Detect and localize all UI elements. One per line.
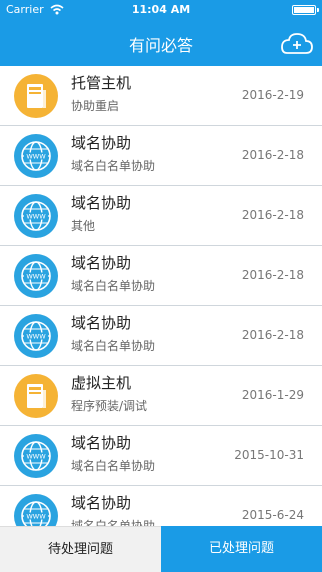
list-item[interactable]: 托管主机协助重启 2016-2-19 — [0, 66, 322, 126]
item-subtitle: 域名白名单协助 — [71, 519, 156, 526]
status-bar: Carrier 11:04 AM — [0, 0, 322, 20]
item-title: 域名协助 — [71, 194, 132, 212]
item-date: 2016-2-18 — [241, 208, 304, 222]
battery-icon — [292, 5, 319, 15]
item-subtitle: 域名白名单协助 — [71, 279, 156, 293]
item-subtitle: 域名白名单协助 — [71, 339, 156, 353]
tab-pending[interactable]: 待处理问题 — [0, 526, 161, 572]
server-icon — [14, 374, 58, 418]
item-title: 托管主机 — [71, 74, 132, 92]
globe-icon: WWW — [14, 314, 58, 358]
item-subtitle: 程序预装/调试 — [71, 399, 148, 413]
item-title: 域名协助 — [71, 434, 132, 452]
item-subtitle: 协助重启 — [71, 99, 120, 113]
svg-text:WWW: WWW — [26, 213, 46, 221]
list-item[interactable]: 虚拟主机程序预装/调试 2016-1-29 — [0, 366, 322, 426]
globe-icon: WWW — [14, 194, 58, 238]
tab-done[interactable]: 已处理问题 — [161, 526, 322, 572]
item-date: 2015-6-24 — [241, 508, 304, 522]
globe-icon: WWW — [14, 134, 58, 178]
item-date: 2015-10-31 — [234, 448, 304, 462]
svg-text:WWW: WWW — [26, 273, 46, 281]
list-item[interactable]: WWW 域名协助其他 2016-2-18 — [0, 186, 322, 246]
globe-icon: WWW — [14, 434, 58, 478]
list-item[interactable]: WWW 域名协助域名白名单协助 2015-10-31 — [0, 426, 322, 486]
server-icon — [14, 74, 58, 118]
item-title: 域名协助 — [71, 134, 132, 152]
globe-icon: WWW — [14, 254, 58, 298]
svg-text:WWW: WWW — [26, 153, 46, 161]
item-subtitle: 域名白名单协助 — [71, 159, 156, 173]
item-date: 2016-2-19 — [241, 88, 304, 102]
item-subtitle: 域名白名单协助 — [71, 459, 156, 473]
page-title: 有问必答 — [128, 36, 193, 55]
list-item[interactable]: WWW 域名协助域名白名单协助 2016-2-18 — [0, 126, 322, 186]
status-time: 11:04 AM — [131, 3, 191, 16]
nav-bar: 有问必答 — [0, 20, 322, 66]
svg-text:WWW: WWW — [26, 333, 46, 341]
item-date: 2016-2-18 — [241, 148, 304, 162]
list-item[interactable]: WWW 域名协助域名白名单协助 2016-2-18 — [0, 246, 322, 306]
globe-icon: WWW — [14, 494, 58, 526]
item-title: 域名协助 — [71, 494, 132, 512]
item-subtitle: 其他 — [71, 219, 96, 233]
cloud-add-icon[interactable] — [278, 29, 314, 57]
list-item[interactable]: WWW 域名协助域名白名单协助 2015-6-24 — [0, 486, 322, 526]
svg-text:WWW: WWW — [26, 513, 46, 521]
item-date: 2016-2-18 — [241, 328, 304, 342]
item-date: 2016-2-18 — [241, 268, 304, 282]
item-date: 2016-1-29 — [241, 388, 304, 402]
item-title: 虚拟主机 — [71, 374, 132, 392]
svg-text:WWW: WWW — [26, 453, 46, 461]
item-title: 域名协助 — [71, 254, 132, 272]
question-list[interactable]: 托管主机 协助重启 2016-2-19 WWW 域名协助 域名白名单协助 2016-2-18… — [0, 66, 322, 526]
list-item[interactable]: WWW 域名协助域名白名单协助 2016-2-18 — [0, 306, 322, 366]
item-title: 域名协助 — [71, 314, 132, 332]
tab-bar: 待处理问题 已处理问题 — [0, 526, 322, 572]
